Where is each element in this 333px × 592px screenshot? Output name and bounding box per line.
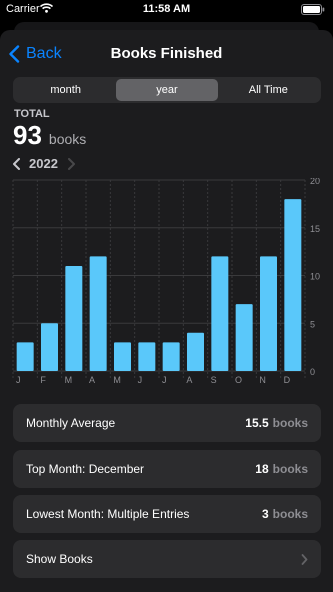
stat-top-month: Top Month: December 18 books	[13, 450, 321, 488]
y-tick-label: 5	[310, 319, 315, 329]
bar-10	[260, 256, 277, 371]
bar-9	[235, 304, 253, 371]
x-tick-label: J	[138, 375, 143, 385]
total-label: TOTAL	[14, 108, 50, 120]
year-label: 2022	[29, 156, 58, 171]
stat-unit: books	[272, 507, 308, 521]
chevron-right-icon	[301, 553, 308, 565]
bar-3	[89, 256, 107, 371]
books-finished-sheet: Back Books Finished month year All Time …	[0, 30, 333, 592]
stat-unit: books	[272, 462, 308, 476]
stat-monthly-average: Monthly Average 15.5 books	[13, 404, 321, 442]
chevron-left-icon[interactable]	[12, 157, 21, 170]
x-tick-label: S	[211, 375, 217, 385]
x-tick-label: M	[113, 375, 121, 385]
y-tick-label: 20	[310, 178, 320, 186]
bar-4	[114, 342, 131, 371]
stat-value: 3	[261, 507, 269, 521]
y-tick-label: 10	[310, 272, 320, 282]
total-value: 93	[13, 120, 42, 150]
page-title: Books Finished	[110, 45, 223, 62]
show-books-label: Show Books	[26, 552, 93, 566]
bar-5	[138, 342, 156, 371]
x-tick-label: J	[162, 375, 167, 385]
stat-value: 18	[255, 462, 269, 476]
bar-8	[211, 256, 229, 371]
bar-2	[65, 265, 83, 371]
total-unit: books	[48, 131, 87, 147]
segment-all-time[interactable]: All Time	[218, 79, 319, 101]
x-tick-label: M	[65, 375, 73, 385]
books-per-month-chart: 0 5 10 15 20 J F M A M J J A S O N D	[12, 178, 320, 385]
chevron-right-icon[interactable]	[67, 157, 76, 170]
status-bar: Carrier 11:58 AM	[0, 0, 333, 18]
battery-icon	[301, 4, 325, 15]
bar-0	[16, 342, 34, 371]
status-time: 11:58 AM	[142, 3, 191, 15]
period-segmented-control: month year All Time	[13, 77, 321, 103]
x-tick-label: O	[235, 375, 242, 385]
x-tick-label: A	[89, 375, 95, 385]
y-tick-label: 0	[310, 367, 315, 377]
total-row: 93 books	[13, 120, 86, 151]
stat-unit: books	[272, 416, 308, 430]
x-tick-label: A	[186, 375, 192, 385]
stat-lowest-month: Lowest Month: Multiple Entries 3 books	[13, 495, 321, 533]
bar-1	[41, 323, 58, 371]
x-tick-label: F	[40, 375, 46, 385]
stat-label: Top Month: December	[26, 462, 145, 476]
segment-year[interactable]: year	[116, 79, 218, 101]
navigation-bar: Back Books Finished	[0, 30, 333, 74]
bar-6	[162, 342, 180, 371]
bar-11	[284, 199, 302, 371]
stat-label: Monthly Average	[26, 416, 116, 430]
y-tick-label: 15	[310, 224, 320, 234]
year-selector: 2022	[12, 156, 76, 171]
bar-7	[187, 332, 204, 371]
x-tick-label: D	[284, 375, 291, 385]
segment-month[interactable]: month	[15, 79, 116, 101]
x-tick-label: J	[16, 375, 21, 385]
stat-value: 15.5	[245, 416, 269, 430]
stat-label: Lowest Month: Multiple Entries	[26, 507, 190, 521]
show-books-button[interactable]: Show Books	[13, 540, 321, 578]
x-tick-label: N	[259, 375, 266, 385]
